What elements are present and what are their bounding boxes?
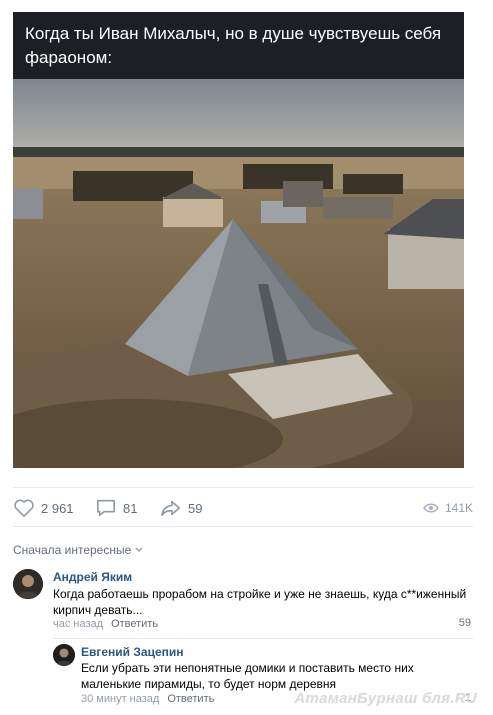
- comment-count: 81: [123, 500, 138, 516]
- share-count: 59: [188, 500, 203, 516]
- sort-label: Сначала интересные: [13, 543, 132, 557]
- comment-time[interactable]: 30 минут назад: [81, 693, 159, 705]
- comment-text: Когда работаешь прорабом на стройке и уж…: [53, 587, 467, 617]
- post-actions-bar: 2 961 81 59 141K: [13, 487, 473, 527]
- comments-sort-dropdown[interactable]: Сначала интересные: [13, 543, 143, 557]
- comment-time[interactable]: час назад: [53, 618, 103, 630]
- like-count: 2 961: [41, 500, 74, 516]
- avatar[interactable]: [13, 569, 43, 599]
- eye-icon: [423, 503, 439, 513]
- share-arrow-icon: [161, 500, 180, 517]
- comment-meta: 30 минут назад Ответить: [81, 693, 214, 705]
- comment-author[interactable]: Евгений Зацепин: [81, 645, 184, 659]
- like-button[interactable]: 2 961: [13, 498, 74, 518]
- watermark: АтаманБурнаш бля.RU: [294, 690, 477, 707]
- avatar[interactable]: [53, 644, 75, 666]
- post-caption: Когда ты Иван Михалыч, но в душе чувству…: [13, 12, 464, 79]
- post: Когда ты Иван Михалыч, но в душе чувству…: [0, 0, 493, 715]
- comment-divider: [53, 638, 473, 639]
- reply-button[interactable]: Ответить: [111, 618, 158, 630]
- comment-meta: час назад Ответить: [53, 618, 158, 630]
- comment-button[interactable]: 81: [95, 498, 137, 518]
- post-photo[interactable]: [13, 79, 464, 468]
- comment-like-button[interactable]: 59: [459, 617, 471, 629]
- comment-like-count: 59: [458, 617, 471, 629]
- chevron-down-icon: [135, 547, 143, 552]
- comment-text: Если убрать эти непонятные домики и пост…: [81, 661, 414, 691]
- heart-icon: [14, 499, 34, 517]
- views-count: 141K: [444, 501, 473, 515]
- reply-button[interactable]: Ответить: [167, 693, 214, 705]
- views-counter: 141K: [423, 498, 473, 518]
- comment-icon: [97, 499, 115, 517]
- share-button[interactable]: 59: [160, 498, 202, 518]
- comment-author[interactable]: Андрей Яким: [53, 570, 132, 584]
